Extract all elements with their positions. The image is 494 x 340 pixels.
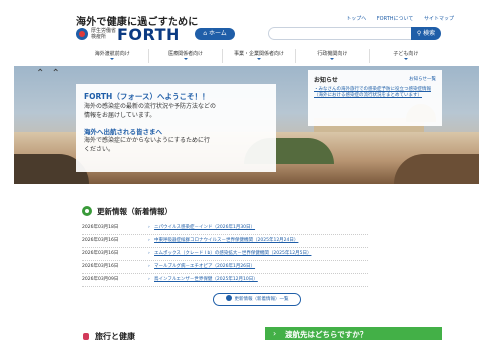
- update-date: 2026年03月09日: [82, 277, 119, 282]
- forth-logo[interactable]: FORTH: [117, 25, 180, 44]
- nav-item-label: 事業・企業関係者向け: [234, 51, 285, 57]
- top-link-top[interactable]: トップへ: [346, 16, 366, 22]
- list-item: 2026年03月16日 › エムポックス（クレード I b）の感染拡大－世界保健…: [82, 248, 368, 261]
- top-link-sitemap[interactable]: サイトマップ: [424, 16, 454, 22]
- nav-item-label: 行政機関向け: [317, 51, 348, 57]
- suitcase-icon: [83, 333, 89, 340]
- site-header: 海外で健康に過ごすために 厚生労働省 検疫所 FORTH ⌂ ホーム トップへ …: [0, 0, 494, 46]
- chevron-down-icon: [403, 58, 408, 60]
- updates-more-label: 更新情報（新着情報）一覧: [234, 297, 289, 302]
- nav-item-children[interactable]: 子ども向け: [370, 49, 442, 63]
- ministry-name: 厚生労働省 検疫所: [91, 28, 117, 40]
- destination-label: 渡航先はどちらですか？: [285, 330, 368, 339]
- update-link[interactable]: ニパウイルス感染症－インド（2026年1月30日）: [154, 222, 255, 234]
- update-link[interactable]: 鳥インフルエンザ－世界保健（2025年12月10日）: [154, 274, 258, 286]
- notice-panel: お知らせ お知らせ一覧 ・みなさんの海外旅行での感染症予防に役立つ感染症情報（海…: [308, 70, 442, 126]
- notice-all-link[interactable]: お知らせ一覧: [409, 76, 436, 82]
- top-link-about[interactable]: FORTHについて: [377, 16, 414, 22]
- home-label: ホーム: [208, 30, 227, 37]
- chevron-right-icon: ›: [148, 277, 150, 282]
- list-item: 2026年03月09日 › 鳥インフルエンザ－世界保健（2025年12月10日）: [82, 274, 368, 287]
- top-links: トップへ FORTHについて サイトマップ: [337, 15, 454, 22]
- global-nav: 海外渡航前向け 医療関係者向け 事業・企業関係者向け 行政機関向け 子ども向け: [76, 49, 442, 63]
- update-date: 2026年03月18日: [82, 225, 119, 230]
- arrow-circle-icon: [225, 295, 232, 301]
- travel-health-title: 旅行と健康: [95, 332, 135, 340]
- search-icon: ⚲: [416, 30, 422, 37]
- update-date: 2026年03月16日: [82, 251, 119, 256]
- traveler-heading[interactable]: 海外へ出航される皆さまへ: [84, 126, 268, 136]
- update-link[interactable]: マールブルグ病－エチオピア（2026年1月26日）: [154, 261, 255, 273]
- nav-item-travelers[interactable]: 海外渡航前向け: [76, 49, 150, 63]
- nav-item-label: 医療関係者向け: [168, 51, 204, 57]
- updates-more-button[interactable]: 更新情報（新着情報）一覧: [213, 293, 301, 306]
- nav-item-business[interactable]: 事業・企業関係者向け: [223, 49, 297, 63]
- chevron-down-icon: [330, 58, 335, 60]
- update-link[interactable]: 中東呼吸器症候群コロナウイルス－世界保健機関（2025年12月24日）: [154, 235, 298, 247]
- chevron-right-icon: ›: [148, 238, 150, 243]
- search-button[interactable]: ⚲ 検索: [411, 27, 441, 40]
- nav-item-government[interactable]: 行政機関向け: [296, 49, 370, 63]
- update-date: 2026年03月16日: [82, 264, 119, 269]
- updates-title: 更新情報（新着情報）: [97, 207, 172, 216]
- list-item: 2026年03月18日 › ニパウイルス感染症－インド（2026年1月30日）: [82, 222, 368, 235]
- updates-list: 2026年03月18日 › ニパウイルス感染症－インド（2026年1月30日） …: [82, 222, 368, 287]
- chevron-right-icon: ›: [148, 251, 150, 256]
- welcome-title: FORTH（フォース）へようこそ！！: [84, 92, 210, 101]
- chevron-down-icon: [183, 58, 188, 60]
- chevron-right-icon: ›: [148, 264, 150, 269]
- home-button[interactable]: ⌂ ホーム: [195, 28, 235, 40]
- nav-item-medical[interactable]: 医療関係者向け: [149, 49, 223, 63]
- nav-item-label: 子ども向け: [393, 51, 419, 57]
- welcome-card: FORTH（フォース）へようこそ！！ 海外の感染症の最新の流行状況や予防方法など…: [76, 84, 276, 172]
- destination-button[interactable]: › 渡航先はどちらですか？: [265, 327, 442, 340]
- chevron-right-icon: ›: [148, 225, 150, 230]
- hero-trees-right: [394, 154, 479, 184]
- chevron-down-icon: [257, 58, 262, 60]
- welcome-text-2: 情報をお届けしています。: [84, 112, 156, 119]
- nav-item-label: 海外渡航前向け: [94, 51, 130, 57]
- list-item: 2026年03月16日 › 中東呼吸器症候群コロナウイルス－世界保健機関（202…: [82, 235, 368, 248]
- notice-title: お知らせ: [314, 77, 338, 84]
- notice-item-link[interactable]: ・みなさんの海外旅行での感染症予防に役立つ感染症情報（海外における感染症の流行状…: [314, 87, 436, 99]
- chevron-right-icon: ›: [273, 329, 277, 338]
- welcome-text-1: 海外の感染症の最新の流行状況や予防方法などの: [84, 103, 217, 110]
- search-button-label: 検索: [423, 30, 436, 37]
- update-date: 2026年03月16日: [82, 238, 119, 243]
- birds-decoration-icon: ⌃ ⌃: [36, 68, 62, 79]
- updates-icon: [82, 206, 92, 216]
- update-link[interactable]: エムポックス（クレード I b）の感染拡大－世界保健機関（2025年12月5日）: [154, 248, 311, 260]
- home-icon: ⌂: [203, 30, 208, 37]
- search-input[interactable]: [268, 27, 412, 40]
- traveler-text-2: ください。: [84, 146, 115, 153]
- list-item: 2026年03月16日 › マールブルグ病－エチオピア（2026年1月26日）: [82, 261, 368, 274]
- ministry-logo-icon[interactable]: [76, 28, 88, 40]
- chevron-down-icon: [110, 58, 115, 60]
- traveler-text-1: 海外で感染症にかからないようにするために行: [84, 137, 210, 144]
